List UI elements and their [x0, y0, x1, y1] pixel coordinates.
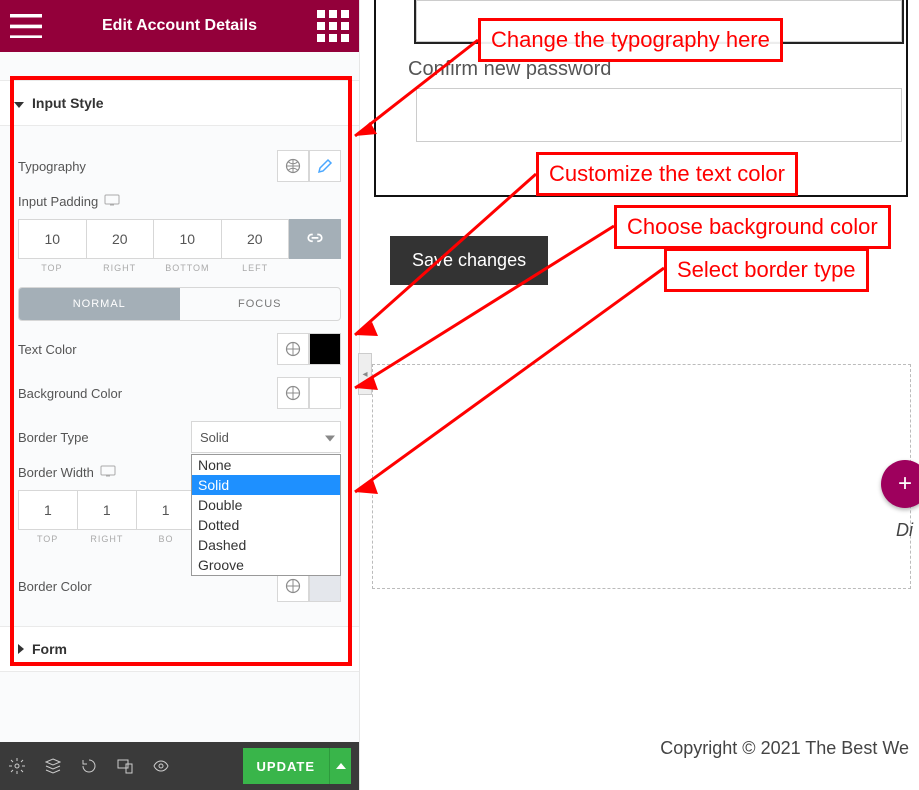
globe-icon[interactable]	[277, 150, 309, 182]
border-width-right-input[interactable]	[78, 502, 136, 518]
annotation-bg-color: Choose background color	[614, 205, 891, 249]
border-width-bottom-input[interactable]	[137, 502, 195, 518]
globe-icon[interactable]	[277, 333, 309, 365]
caret-right-icon	[11, 644, 27, 654]
update-caret-icon[interactable]	[329, 748, 351, 784]
input-padding-label: Input Padding	[18, 194, 98, 209]
tab-focus[interactable]: FOCUS	[180, 288, 341, 320]
section-input-style[interactable]: Input Style	[0, 80, 359, 126]
pad-label-right: RIGHT	[77, 534, 136, 544]
truncated-text: Di	[896, 520, 913, 541]
link-values-icon[interactable]	[289, 219, 341, 259]
desktop-device-icon[interactable]	[104, 194, 120, 209]
annotation-typography: Change the typography here	[478, 18, 783, 62]
preview-eye-icon[interactable]	[152, 757, 170, 775]
gear-icon[interactable]	[8, 757, 26, 775]
padding-bottom-input[interactable]	[154, 231, 221, 247]
chevron-down-icon	[325, 430, 335, 445]
border-width-top-input[interactable]	[19, 502, 77, 518]
background-color-label: Background Color	[18, 386, 122, 401]
hamburger-menu-icon[interactable]	[10, 10, 42, 42]
padding-left-input[interactable]	[222, 231, 289, 247]
pad-label-top: TOP	[18, 534, 77, 544]
tab-normal[interactable]: NORMAL	[19, 288, 180, 320]
background-color-swatch[interactable]	[309, 377, 341, 409]
footer-copyright: Copyright © 2021 The Best We	[660, 738, 909, 759]
padding-top-input[interactable]	[19, 231, 86, 247]
section-form[interactable]: Form	[0, 626, 359, 672]
pad-label-left: LEFT	[221, 263, 289, 273]
option-dotted[interactable]: Dotted	[192, 515, 340, 535]
padding-right-input[interactable]	[87, 231, 154, 247]
panel-title: Edit Account Details	[42, 17, 317, 35]
border-type-value: Solid	[200, 430, 229, 445]
option-none[interactable]: None	[192, 455, 340, 475]
border-type-select[interactable]: Solid	[191, 421, 341, 453]
pad-label-right: RIGHT	[86, 263, 154, 273]
option-dashed[interactable]: Dashed	[192, 535, 340, 555]
border-type-dropdown[interactable]: None Solid Double Dotted Dashed Groove	[191, 454, 341, 576]
widgets-grid-icon[interactable]	[317, 10, 349, 42]
border-color-label: Border Color	[18, 579, 92, 594]
layers-icon[interactable]	[44, 757, 62, 775]
responsive-icon[interactable]	[116, 757, 134, 775]
pencil-icon[interactable]	[309, 150, 341, 182]
text-color-swatch[interactable]	[309, 333, 341, 365]
globe-icon[interactable]	[277, 377, 309, 409]
annotation-border-type: Select border type	[664, 248, 869, 292]
section-drag-handle-icon[interactable]: ◂	[358, 353, 372, 395]
section-title: Input Style	[32, 95, 104, 111]
drop-zone[interactable]	[372, 364, 911, 589]
history-icon[interactable]	[80, 757, 98, 775]
annotation-text-color: Customize the text color	[536, 152, 798, 196]
section-form-title: Form	[32, 641, 67, 657]
caret-down-icon	[14, 95, 24, 111]
pad-label-top: TOP	[18, 263, 86, 273]
pad-label-bo: BO	[136, 534, 195, 544]
pad-label-bottom: BOTTOM	[154, 263, 222, 273]
option-double[interactable]: Double	[192, 495, 340, 515]
update-button[interactable]: UPDATE	[243, 748, 329, 784]
text-color-label: Text Color	[18, 342, 77, 357]
desktop-device-icon[interactable]	[100, 465, 116, 480]
border-width-label: Border Width	[18, 465, 94, 480]
save-changes-button[interactable]: Save changes	[390, 236, 548, 285]
option-solid[interactable]: Solid	[192, 475, 340, 495]
typography-label: Typography	[18, 159, 86, 174]
option-groove[interactable]: Groove	[192, 555, 340, 575]
border-type-label: Border Type	[18, 430, 89, 445]
